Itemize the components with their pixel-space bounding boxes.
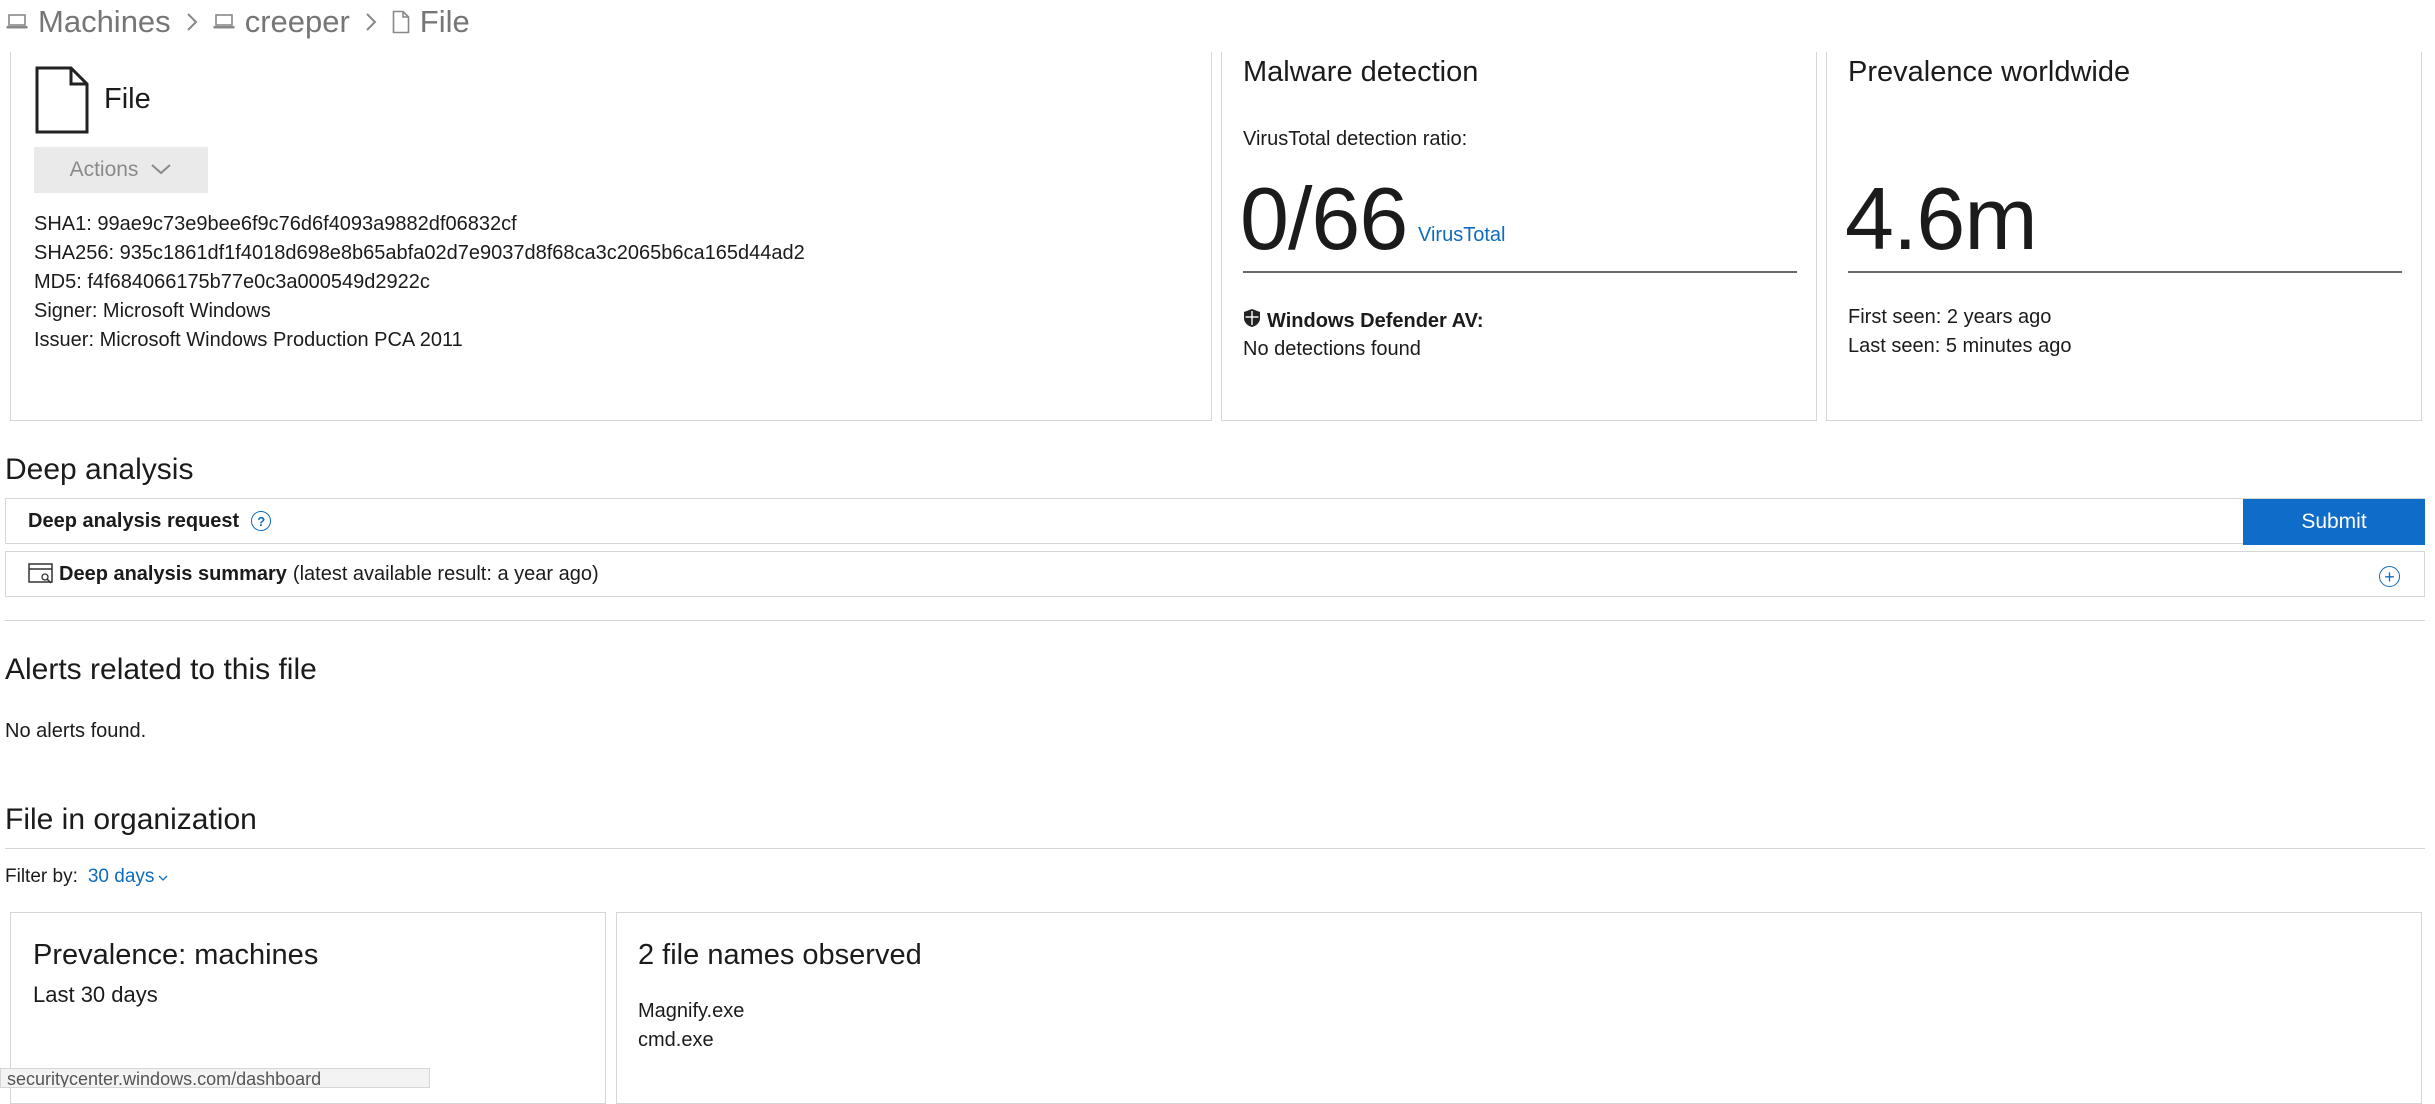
issuer-value: Issuer: Microsoft Windows Production PCA…	[34, 329, 463, 351]
section-divider	[5, 620, 2425, 621]
actions-button[interactable]: Actions	[34, 147, 208, 193]
file-large-icon	[35, 66, 89, 139]
deep-analysis-summary-label: Deep analysis summary	[59, 562, 287, 585]
signer-value: Signer: Microsoft Windows	[34, 300, 271, 322]
file-names-card: 2 file names observed Magnify.exe cmd.ex…	[616, 912, 2422, 1104]
list-item: cmd.exe	[638, 1029, 714, 1051]
deep-analysis-request-label: Deep analysis request	[28, 509, 240, 532]
alerts-title: Alerts related to this file	[5, 653, 317, 686]
file-in-organization-title: File in organization	[5, 803, 257, 836]
md5-value: MD5: f4f684066175b77e0c3a000549d2922c	[34, 271, 430, 293]
laptop-icon	[6, 14, 28, 30]
actions-label: Actions	[69, 158, 139, 181]
shield-icon	[1243, 308, 1261, 334]
filter-value: 30 days	[87, 866, 155, 887]
last-seen: Last seen: 5 minutes ago	[1848, 335, 2072, 357]
expand-plus-icon[interactable]: +	[2379, 566, 2400, 587]
section-divider	[5, 848, 2425, 849]
laptop-icon	[213, 14, 235, 30]
filter-row: Filter by: 30 days	[5, 866, 168, 888]
chevron-down-icon	[158, 866, 168, 888]
breadcrumb-machines[interactable]: Machines	[38, 4, 171, 40]
prevalence-machines-title: Prevalence: machines	[33, 939, 319, 971]
divider	[1243, 271, 1797, 273]
first-seen: First seen: 2 years ago	[1848, 306, 2052, 328]
help-icon[interactable]: ?	[251, 511, 272, 531]
filter-label: Filter by:	[5, 866, 78, 887]
status-bar-url: securitycenter.windows.com/dashboard	[0, 1068, 430, 1088]
divider	[1848, 271, 2402, 273]
submit-button[interactable]: Submit	[2243, 499, 2425, 545]
file-card-title: File	[104, 83, 151, 115]
breadcrumb-machine-creeper[interactable]: creeper	[245, 4, 350, 40]
sha1-value: SHA1: 99ae9c73e9bee6f9c76d6f4093a9882df0…	[34, 213, 517, 235]
filter-dropdown[interactable]: 30 days	[88, 866, 169, 888]
file-details: SHA1: 99ae9c73e9bee6f9c76d6f4093a9882df0…	[34, 210, 805, 355]
alerts-empty-text: No alerts found.	[5, 720, 147, 742]
defender-result: No detections found	[1243, 338, 1421, 360]
breadcrumb-file: File	[419, 4, 470, 39]
deep-analysis-summary-note: (latest available result: a year ago)	[292, 562, 599, 585]
file-names-list: Magnify.exe cmd.exe	[638, 997, 744, 1055]
chevron-right-icon	[364, 11, 378, 33]
file-card: File Actions SHA1: 99ae9c73e9bee6f9c76d6…	[10, 52, 1212, 421]
chevron-down-icon	[150, 158, 172, 182]
ratio-label: VirusTotal detection ratio:	[1243, 128, 1468, 150]
sha256-value: SHA256: 935c1861df1f4018d698e8b65abfa02d…	[34, 242, 805, 264]
detection-ratio-value: 0/66	[1240, 169, 1408, 268]
prevalence-machines-subtitle: Last 30 days	[33, 982, 158, 1007]
virustotal-link[interactable]: VirusTotal	[1418, 224, 1505, 247]
list-item: Magnify.exe	[638, 1000, 745, 1022]
prevalence-card-title: Prevalence worldwide	[1848, 56, 2131, 88]
malware-card-title: Malware detection	[1243, 56, 1479, 88]
file-icon	[392, 10, 410, 34]
report-icon	[28, 563, 54, 585]
defender-label: Windows Defender AV:	[1267, 309, 1484, 332]
deep-analysis-summary-bar[interactable]: Deep analysis summary (latest available …	[5, 551, 2425, 597]
file-names-title: 2 file names observed	[638, 939, 922, 971]
chevron-right-icon	[185, 11, 199, 33]
defender-row: Windows Defender AV:	[1243, 308, 1484, 334]
prevalence-worldwide-card: Prevalence worldwide 4.6m First seen: 2 …	[1826, 52, 2422, 421]
prevalence-value: 4.6m	[1845, 169, 2038, 268]
deep-analysis-title: Deep analysis	[5, 453, 194, 486]
malware-detection-card: Malware detection VirusTotal detection r…	[1221, 52, 1817, 421]
deep-analysis-request-bar: Deep analysis request ?	[5, 498, 2425, 544]
breadcrumb: Machines creeper File	[0, 0, 470, 44]
